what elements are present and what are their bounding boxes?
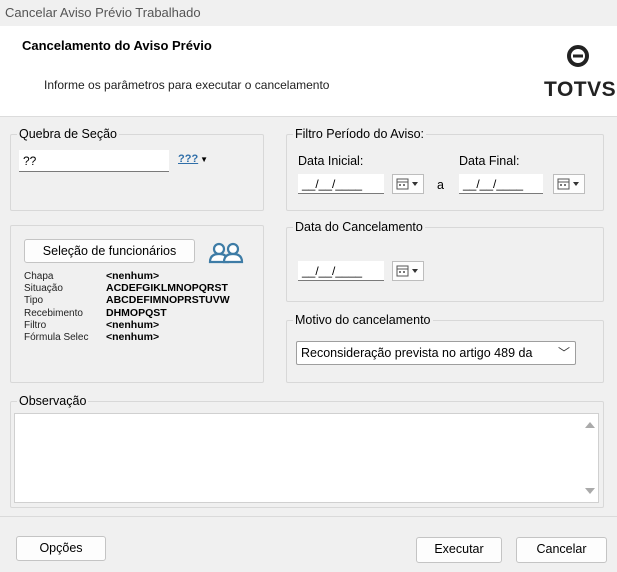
data-cancelamento-calendar-button[interactable] — [392, 261, 424, 281]
data-inicial-calendar-button[interactable] — [392, 174, 424, 194]
cancelar-button[interactable]: Cancelar — [516, 537, 607, 563]
page-subtitle: Informe os parâmetros para executar o ca… — [44, 78, 330, 92]
motivo-select[interactable]: Reconsideração prevista no artigo 489 da… — [296, 341, 576, 365]
scroll-down-icon[interactable] — [585, 488, 595, 494]
observacao-scrollbar[interactable] — [581, 414, 598, 502]
selecao-row-value: <nenhum> — [106, 318, 160, 331]
header-panel: Cancelamento do Aviso Prévio Informe os … — [0, 26, 617, 117]
chevron-down-icon: ▼ — [200, 155, 209, 164]
data-inicial-label: Data Inicial: — [298, 154, 364, 168]
totvs-logo-icon — [566, 44, 590, 71]
calendar-icon — [557, 178, 579, 190]
calendar-icon — [396, 178, 418, 190]
selecao-row-label: Situação — [24, 283, 63, 295]
opcoes-button[interactable]: Opções — [16, 536, 106, 561]
selecao-row-label: Recebimento — [24, 307, 83, 319]
data-final-input[interactable]: __/__/____ — [459, 174, 543, 194]
quebra-secao-legend: Quebra de Seção — [19, 127, 117, 141]
data-cancelamento-legend: Data do Cancelamento — [295, 220, 423, 234]
quebra-secao-input[interactable]: ?? — [19, 150, 169, 172]
calendar-icon — [396, 265, 418, 277]
filtro-periodo-group: Filtro Período do Aviso: — [286, 127, 604, 211]
data-inicial-input[interactable]: __/__/____ — [298, 174, 384, 194]
selecao-row-label: Filtro — [24, 319, 47, 331]
observacao-legend: Observação — [19, 394, 87, 408]
filtro-periodo-legend: Filtro Período do Aviso: — [295, 127, 425, 141]
selecao-row-value: DHMOPQST — [106, 306, 167, 319]
title-bar: Cancelar Aviso Prévio Trabalhado — [0, 0, 617, 26]
selecao-row-value: <nenhum> — [106, 270, 160, 282]
selecao-funcionarios-button[interactable]: Seleção de funcionários — [24, 239, 195, 263]
chevron-down-icon: ﹀ — [557, 346, 570, 360]
motivo-legend: Motivo do cancelamento — [295, 313, 431, 327]
page-title: Cancelamento do Aviso Prévio — [22, 38, 212, 53]
data-final-label: Data Final: — [459, 154, 520, 168]
data-cancelamento-input[interactable]: __/__/____ — [298, 261, 384, 281]
scroll-up-icon[interactable] — [585, 422, 595, 428]
selecao-row-label: Fórmula Selec — [24, 332, 89, 343]
selecao-row-label: Tipo — [24, 295, 44, 307]
selecao-row-label: Chapa — [24, 271, 54, 282]
totvs-logo-text: TOTVS — [544, 78, 617, 101]
window-title: Cancelar Aviso Prévio Trabalhado — [5, 5, 201, 20]
quebra-lookup-label: ??? — [178, 153, 199, 165]
observacao-textarea[interactable] — [14, 413, 599, 503]
selecao-row-value: <nenhum> — [106, 331, 160, 343]
people-icon — [207, 241, 245, 268]
motivo-selected-value: Reconsideração prevista no artigo 489 da — [301, 346, 533, 360]
date-range-separator: a — [437, 178, 444, 192]
selecao-row-value: ACDEFGIKLMNOPQRST — [106, 282, 228, 295]
data-final-calendar-button[interactable] — [553, 174, 585, 194]
selecao-row-value: ABCDEFIMNOPRSTUVW — [106, 294, 230, 307]
quebra-secao-lookup-button[interactable]: ??? ▼ — [178, 153, 208, 169]
executar-button[interactable]: Executar — [416, 537, 502, 563]
